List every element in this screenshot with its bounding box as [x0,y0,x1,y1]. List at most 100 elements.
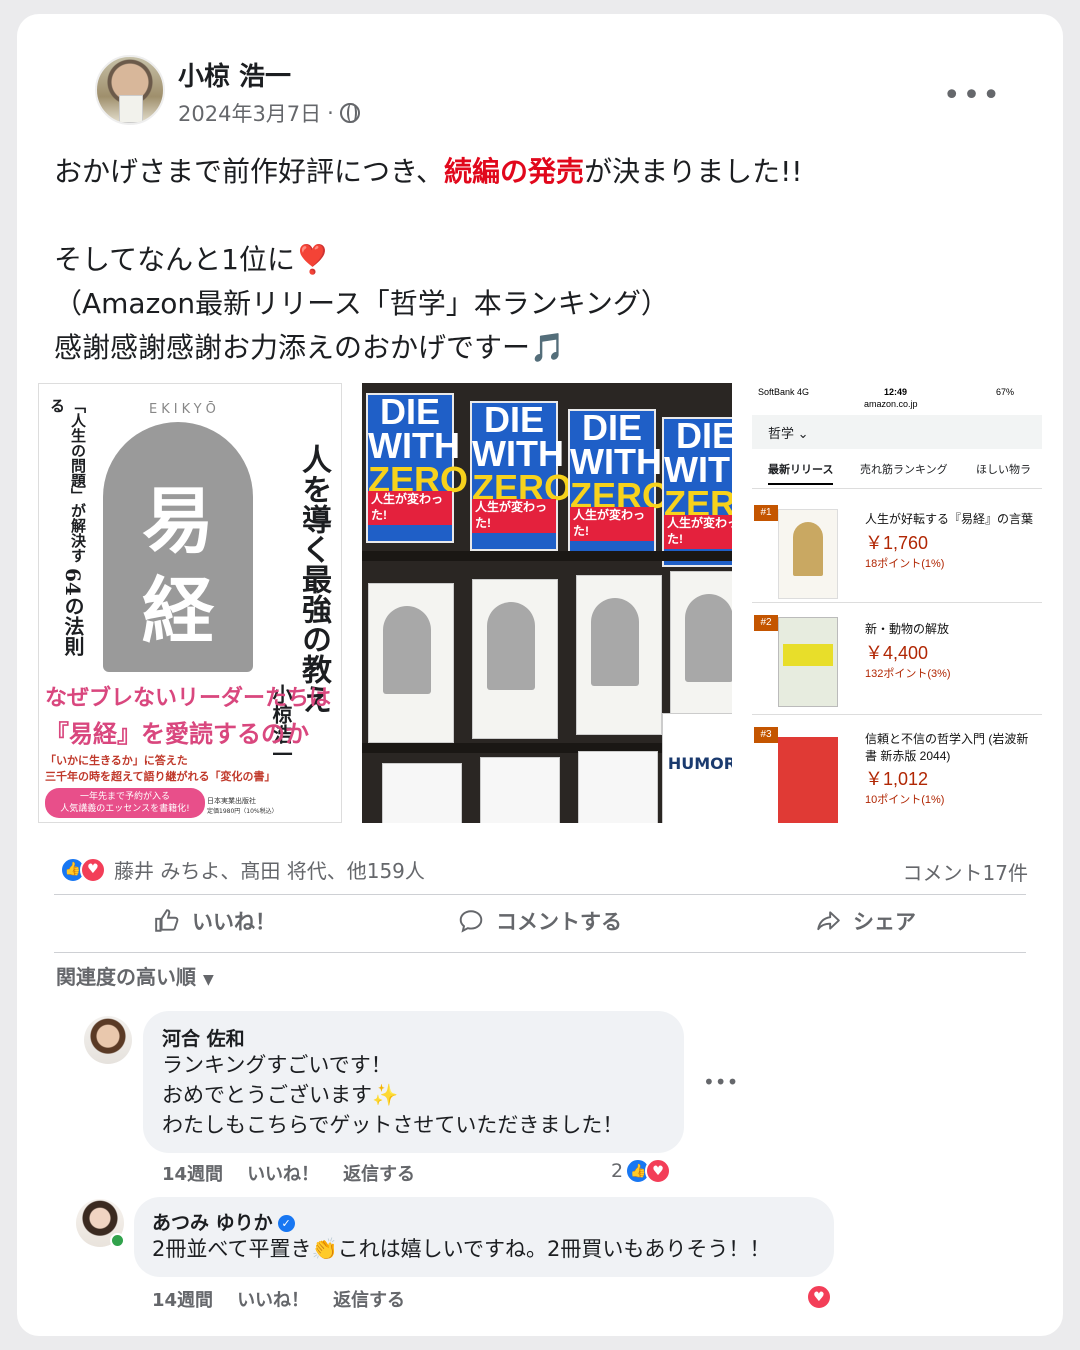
shelf-board [362,551,732,561]
post-meta: 2024年3月7日 · [178,98,360,128]
book-arch [487,602,535,690]
comment-more-icon[interactable]: ••• [703,1070,738,1094]
highlight-text: 続編の発売 [444,155,585,188]
tab-best-sellers[interactable]: 売れ筋ランキング [860,461,948,477]
book-die-with-zero: DIE WITH ZERO 人生が変わった! [662,417,732,567]
book-ekikyo [576,575,662,735]
book-die-with-zero: DIE WITH ZERO 人生が変わった! [366,391,468,543]
share-button[interactable]: シェア [815,906,916,936]
book-white [382,763,462,823]
rank-title[interactable]: 人生が好転する『易経』の言葉 [865,511,1035,528]
commenter-name[interactable]: あつみ ゆりか ✓ [152,1208,295,1235]
book-text: DIE [483,399,544,440]
like-button[interactable]: いいね！ [154,906,276,936]
comment-reply-button[interactable]: 返信する [333,1286,405,1312]
author-name[interactable]: 小椋 浩一 [178,56,291,93]
comment-like-button[interactable]: いいね！ [237,1286,309,1312]
author-avatar[interactable] [95,55,165,125]
photo-amazon-ranking[interactable]: SoftBank 4G 12:49 67% amazon.co.jp 哲学 ⌄ … [752,383,1042,823]
meta-separator: · [327,101,334,125]
status-carrier: SoftBank 4G [758,387,810,397]
book-text: DIE [379,391,440,432]
book-text: DIE [581,407,642,448]
cover-tagline: 三千年の時を超えて語り継がれる「変化の書」 [45,770,276,783]
comment-text: 2冊並べて平置き👏これは嬉しいですね。2冊買いもありそう！！ [152,1237,771,1261]
category-dropdown[interactable]: 哲学 ⌄ [752,415,1042,449]
reaction-summary[interactable]: 👍 ♥ 藤井 みちよ、髙田 将代、他159人 [60,855,425,884]
commenter-name-text: あつみ ゆりか [152,1212,273,1234]
book-die-with-zero: DIE WITH ZERO 人生が変わった! [568,407,670,559]
photo-bookstore-shelf[interactable]: DIE WITH ZERO 人生が変わった! DIE WITH ZERO 人生が… [362,383,732,823]
cover-right-title: 人を導く最強の教え [296,444,331,714]
cover-price: 定価1980円（10%税込） [207,808,278,815]
online-status-dot [110,1233,125,1248]
avatar-book [119,95,143,123]
cover-badge-line: 人気講義のエッセンスを書籍化! [60,804,190,814]
book-text: WITH [368,425,460,466]
comment-sort-dropdown[interactable]: 関連度の高い順 ▼ [56,961,214,990]
comment-bubble-icon [459,910,483,933]
thumb-arch [793,522,823,576]
rank-points: 18ポイント(1%) [865,558,945,570]
comment-line: ランキングすごいです！ [162,1053,392,1077]
comment-line: わたしもこちらでゲットさせていただきました！ [162,1113,624,1137]
post-line-2: そしてなんと1位に❣️ [54,243,330,276]
tab-new-releases[interactable]: 最新リリース [768,461,834,485]
comment-reply-button[interactable]: 返信する [343,1160,415,1186]
like-label: いいね！ [192,910,276,934]
book-band: 人生が変わった! [368,491,452,525]
post-date[interactable]: 2024年3月7日 [178,98,321,128]
cover-left-text2: 64の法則 [61,568,85,656]
commenter-avatar[interactable] [84,1016,132,1064]
comment-meta: 14週間 いいね！ 返信する [152,1286,405,1312]
caret-down-icon: ▼ [202,972,214,988]
book-band: 人生が変わった! [664,515,732,549]
book-text: WITH [664,449,732,490]
book-white [578,751,658,823]
cover-publisher: 日本実業出版社 [207,797,256,805]
comment-button[interactable]: コメントする [458,906,622,936]
cover-tagline: 『易経』を愛読するのか [45,719,309,748]
love-reaction-icon[interactable]: ♥ [806,1284,832,1310]
divider [54,952,1026,953]
book-arch [383,606,431,694]
rank-price: ￥1,012 [865,769,929,789]
book-arch [685,594,732,682]
post-line-1: おかげさまで前作好評につき、続編の発売が決まりました!! [54,150,1014,194]
rank-price: ￥4,400 [865,643,929,663]
comment-line: おめでとうございます✨ [162,1083,399,1107]
cover-tagline: なぜブレないリーダーたちは [45,685,332,711]
book-text: WITH [570,441,662,482]
ranking-item[interactable]: #1 人生が好転する『易経』の言葉 ￥1,760 18ポイント(1%) [752,501,1042,603]
rank-thumbnail [778,617,838,707]
ranking-item[interactable]: #2 新・動物の解放 ￥4,400 132ポイント(3%) [752,611,1042,715]
book-text: HUMOR [667,754,732,773]
rank-points: 10ポイント(1%) [865,794,945,806]
comment-reactions[interactable]: 2 👍 ♥ [611,1158,672,1184]
more-options-icon[interactable]: ••• [943,78,1002,113]
divider [54,894,1026,895]
comment-time[interactable]: 14週間 [162,1160,223,1186]
comment-time[interactable]: 14週間 [152,1286,213,1312]
phone-status-bar: SoftBank 4G 12:49 67% amazon.co.jp [752,383,1042,415]
rank-title[interactable]: 信頼と不信の哲学入門 (岩波新書 新赤版 2044) [865,731,1035,765]
rank-title[interactable]: 新・動物の解放 [865,621,1035,638]
status-time: 12:49 [884,387,908,397]
comment-label: コメントする [496,910,622,934]
book-text: DIE [675,415,732,456]
comment-meta: 14週間 いいね！ 返信する [162,1160,415,1186]
photo-book-cover[interactable]: EKIKYŌ 易 経 「人生の問題」が解決する 64の法則 人を導く最強の教え … [38,383,342,823]
comment-count[interactable]: コメント17件 [903,857,1028,886]
book-ekikyo [670,571,732,731]
book-die-with-zero: DIE WITH ZERO 人生が変わった! [470,399,572,551]
thumb-band [783,644,833,666]
status-battery: 67% [996,387,1015,397]
commenter-name[interactable]: 河合 佐和 [162,1024,245,1051]
rank-points: 132ポイント(3%) [865,668,951,680]
rank-price: ￥1,760 [865,533,929,553]
comment-like-button[interactable]: いいね！ [247,1160,319,1186]
tab-wishlist[interactable]: ほしい物ラ [976,461,1031,477]
globe-icon [339,103,360,123]
ranking-item[interactable]: #3 信頼と不信の哲学入門 (岩波新書 新赤版 2044) ￥1,012 10ポ… [752,723,1042,823]
